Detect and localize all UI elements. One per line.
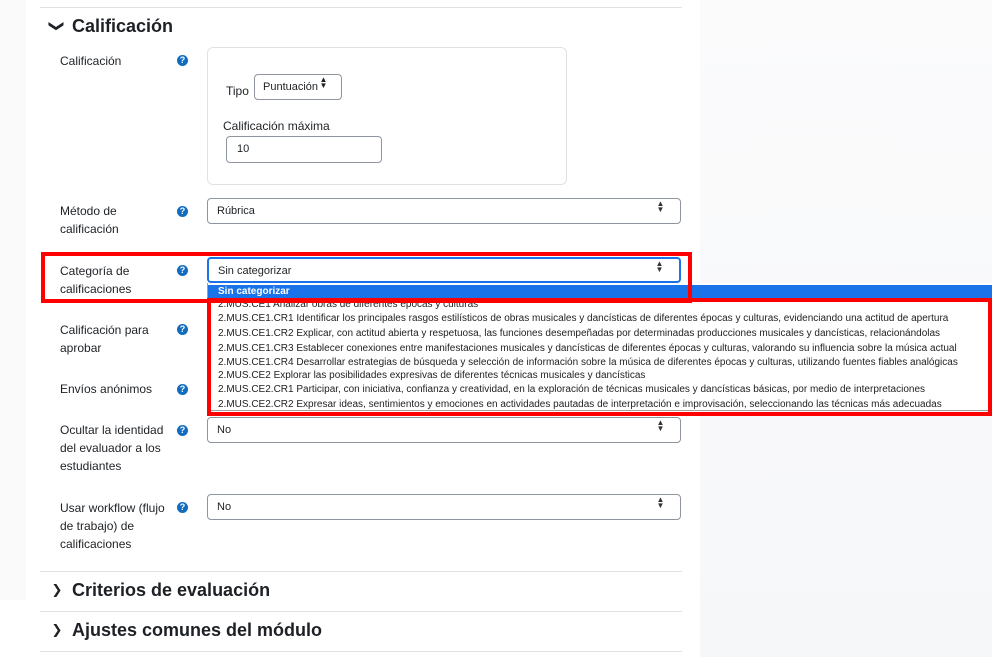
grading-method-value: Rúbrica xyxy=(217,205,255,217)
highlight-box-options xyxy=(207,298,992,416)
chevron-down-icon: ❯ xyxy=(48,19,65,33)
help-icon[interactable]: ? xyxy=(177,425,188,436)
method-label: Método de calificación xyxy=(60,204,119,236)
help-icon[interactable]: ? xyxy=(177,502,188,513)
help-icon[interactable]: ? xyxy=(177,384,188,395)
help-icon[interactable]: ? xyxy=(177,206,188,217)
hide-grader-value: No xyxy=(217,424,232,436)
workflow-select[interactable]: No ▲▼ xyxy=(207,494,681,520)
workflow-label: Usar workflow (flujo de trabajo) de cali… xyxy=(60,501,165,551)
grade-label: Calificación xyxy=(60,54,122,68)
grade-type-value: Puntuación xyxy=(263,81,319,93)
select-arrows-icon: ▲▼ xyxy=(656,418,665,430)
anonymous-submissions-label: Envíos anónimos xyxy=(60,382,153,396)
section-title: Calificación xyxy=(72,15,174,36)
help-icon[interactable]: ? xyxy=(177,324,188,335)
chevron-right-icon: ❯ xyxy=(51,622,63,637)
grade-type-select[interactable]: Puntuación ▲▼ xyxy=(254,74,342,100)
pass-grade-label: Calificación para aprobar xyxy=(60,323,149,355)
grade-settings-box: Tipo Puntuación ▲▼ Calificación máxima 1… xyxy=(207,47,567,185)
select-arrows-icon: ▲▼ xyxy=(656,495,665,507)
highlight-box-category xyxy=(41,252,692,303)
chevron-right-icon: ❯ xyxy=(51,582,63,597)
workflow-value: No xyxy=(217,501,232,513)
criteria-section-header[interactable]: ❯ Criterios de evaluación xyxy=(48,577,271,603)
common-settings-section-header[interactable]: ❯ Ajustes comunes del módulo xyxy=(48,617,323,643)
hide-grader-select[interactable]: No ▲▼ xyxy=(207,417,681,443)
page-background-left xyxy=(0,0,26,600)
select-arrows-icon: ▲▼ xyxy=(656,199,665,211)
select-arrows-icon: ▲▼ xyxy=(319,75,328,87)
section-title: Ajustes comunes del módulo xyxy=(72,619,323,640)
section-divider xyxy=(40,7,682,8)
section-divider xyxy=(40,651,682,652)
grading-method-select[interactable]: Rúbrica ▲▼ xyxy=(207,198,681,224)
help-icon[interactable]: ? xyxy=(177,55,188,66)
type-label: Tipo xyxy=(226,84,249,98)
grading-section-header[interactable]: ❯ Calificación xyxy=(48,13,173,39)
max-grade-input[interactable]: 10 xyxy=(226,136,382,163)
section-divider xyxy=(40,611,682,612)
section-title: Criterios de evaluación xyxy=(72,579,271,600)
hide-grader-label: Ocultar la identidad del evaluador a los… xyxy=(60,423,164,473)
max-grade-label: Calificación máxima xyxy=(223,119,330,133)
section-divider xyxy=(40,571,682,572)
